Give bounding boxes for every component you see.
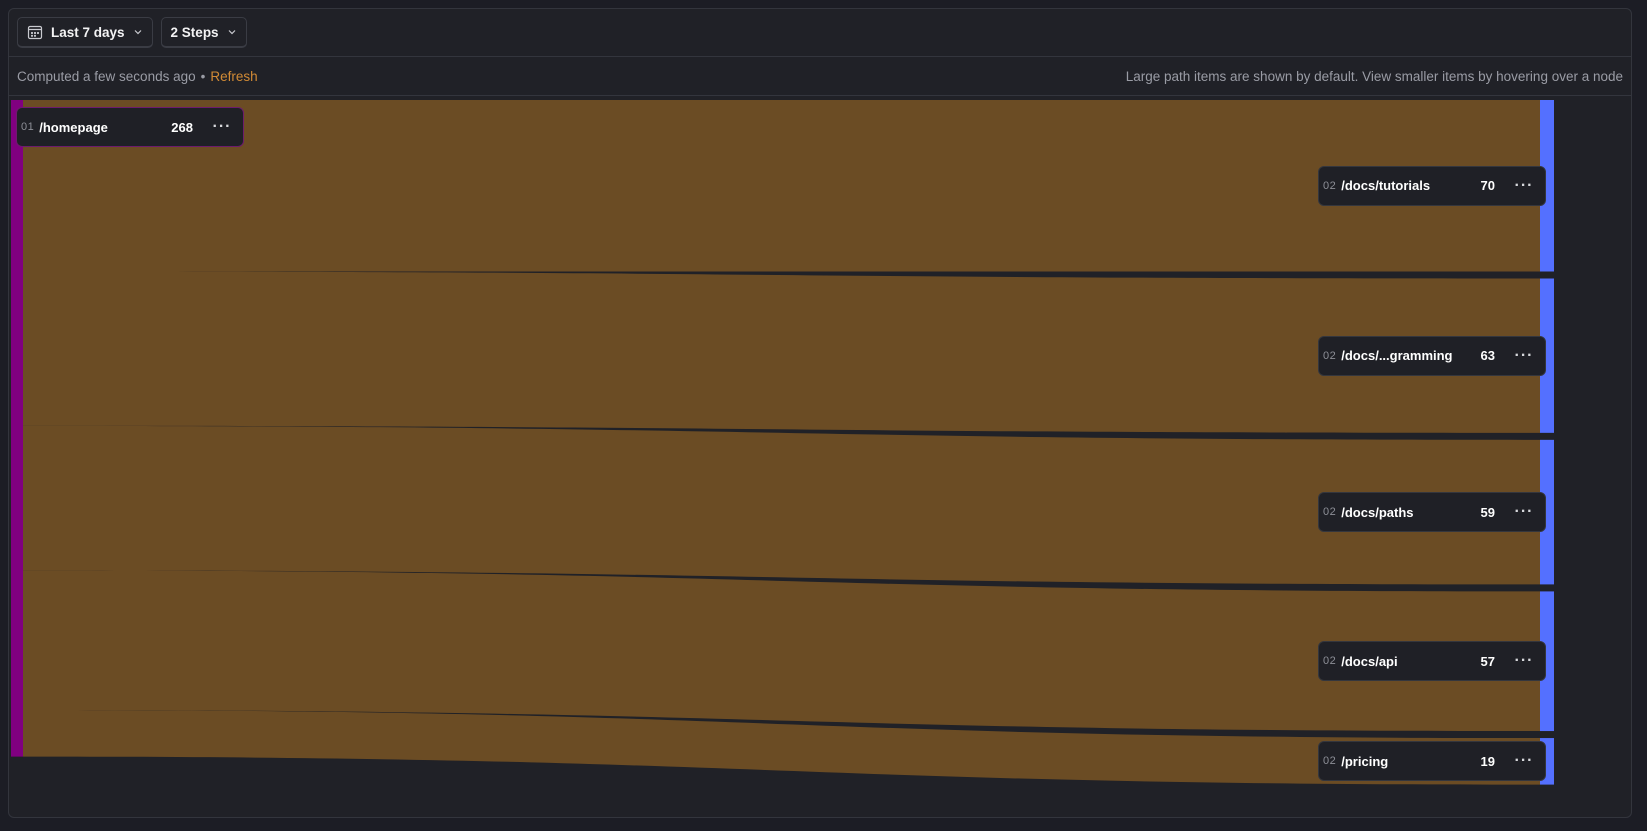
node-step-label: 02	[1323, 655, 1337, 668]
node-step-label: 01	[21, 121, 35, 133]
sankey-link[interactable]	[23, 425, 1540, 585]
hint-text: Large path items are shown by default. V…	[1125, 68, 1623, 84]
node-name: /docs/paths	[1341, 504, 1414, 520]
node-step-label: 02	[1323, 349, 1337, 362]
more-horizontal-icon[interactable]: ···	[1513, 177, 1535, 194]
sankey-link[interactable]	[23, 271, 1540, 433]
node-count: 63	[1480, 348, 1495, 364]
refresh-link[interactable]: Refresh	[210, 69, 257, 84]
source-node-bar[interactable]	[11, 100, 23, 757]
more-horizontal-icon[interactable]: ···	[1513, 347, 1535, 364]
node-count: 19	[1480, 753, 1495, 769]
toolbar: Last 7 days 2 Steps	[9, 9, 1631, 57]
sankey-chart: 02/docs/tutorials 70 ··· 02/docs/...grammin…	[9, 96, 1631, 817]
node-step-label: 02	[1323, 179, 1337, 192]
node-name: /docs/...gramming	[1341, 348, 1453, 364]
node-name: /docs/tutorials	[1341, 178, 1431, 194]
more-horizontal-icon[interactable]: ···	[1513, 753, 1535, 769]
target-node-card[interactable]: 02/docs/api 57 ···	[1318, 641, 1546, 682]
more-horizontal-icon[interactable]: ···	[211, 119, 233, 135]
node-step-label: 02	[1323, 755, 1337, 768]
steps-label: 2 Steps	[170, 24, 219, 40]
date-range-label: Last 7 days	[51, 24, 125, 40]
calendar-icon	[27, 25, 43, 40]
node-name: /homepage	[39, 119, 108, 135]
computed-status: Computed a few seconds ago • Refresh	[17, 69, 258, 84]
chevron-down-icon	[134, 30, 141, 35]
node-count: 59	[1480, 504, 1495, 520]
separator-dot: •	[200, 68, 206, 84]
node-count: 70	[1480, 178, 1495, 194]
target-node-card[interactable]: 02/docs/paths 59 ···	[1318, 492, 1546, 533]
steps-button[interactable]: 2 Steps	[160, 17, 247, 48]
paths-panel: Last 7 days 2 Steps Computed a few secon…	[8, 8, 1632, 818]
node-step-label: 02	[1323, 506, 1337, 519]
source-node-card[interactable]: 01/homepage 268 ···	[16, 107, 244, 147]
target-node-card[interactable]: 02/pricing 19 ···	[1318, 741, 1546, 782]
sankey-link[interactable]	[23, 570, 1540, 732]
more-horizontal-icon[interactable]: ···	[1513, 653, 1535, 669]
node-count: 268	[171, 119, 193, 135]
sankey-link[interactable]	[23, 100, 1540, 272]
node-count: 57	[1480, 653, 1495, 669]
chevron-down-icon	[228, 30, 236, 35]
target-node-card[interactable]: 02/docs/tutorials 70 ···	[1318, 165, 1546, 206]
node-name: /docs/api	[1341, 653, 1398, 669]
info-bar: Computed a few seconds ago • Refresh Large…	[9, 57, 1631, 96]
date-range-button[interactable]: Last 7 days	[17, 17, 153, 48]
more-horizontal-icon[interactable]: ···	[1513, 504, 1535, 520]
node-name: /pricing	[1341, 753, 1389, 769]
computed-text: Computed a few seconds ago	[17, 68, 196, 84]
target-node-card[interactable]: 02/docs/...gramming 63 ···	[1318, 335, 1546, 376]
